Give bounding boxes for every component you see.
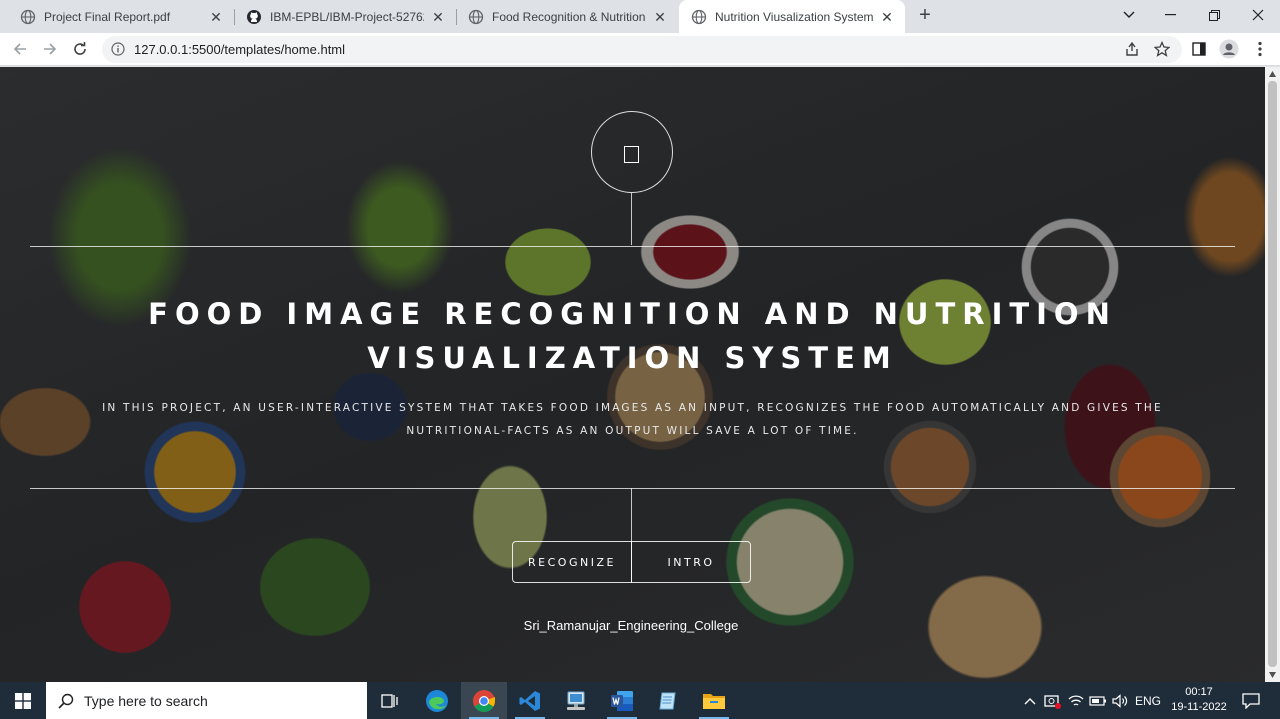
bookmark-button[interactable] (1152, 39, 1172, 59)
minimize-button[interactable] (1148, 0, 1192, 30)
share-button[interactable] (1122, 39, 1142, 59)
avatar-icon (1219, 39, 1239, 59)
logo-square-icon (624, 146, 639, 163)
globe-icon (691, 9, 707, 24)
notepad-app[interactable] (645, 682, 691, 719)
close-icon[interactable]: ✕ (879, 9, 895, 25)
reload-button[interactable] (68, 37, 92, 61)
clock-date: 19-11-2022 (1171, 701, 1227, 713)
notification-icon (1242, 692, 1260, 709)
wifi-icon (1068, 694, 1084, 706)
top-divider (30, 246, 1235, 247)
tab-food-recognition[interactable]: Food Recognition & Nutrition Vis ✕ (456, 0, 678, 33)
word-app[interactable] (599, 682, 645, 719)
battery-icon (1089, 695, 1106, 706)
edge-app[interactable] (414, 682, 460, 719)
vertical-divider (631, 488, 632, 542)
more-vert-icon (1258, 41, 1262, 57)
vertical-scrollbar[interactable] (1265, 67, 1280, 682)
search-icon (58, 693, 74, 709)
windows-taskbar: Type here to search ENG 00:17 19-11-2022 (0, 682, 1280, 719)
minimize-icon (1164, 14, 1176, 16)
forward-button[interactable] (38, 37, 62, 61)
vscode-app[interactable] (507, 682, 553, 719)
file-explorer-icon (703, 693, 725, 709)
network-drive-icon (567, 691, 585, 710)
side-panel-icon (1192, 42, 1206, 56)
scroll-thumb[interactable] (1268, 81, 1277, 667)
start-button[interactable] (0, 682, 46, 719)
restore-icon (1208, 9, 1220, 21)
intro-button[interactable]: INTRO (631, 541, 751, 583)
chrome-icon (473, 689, 495, 712)
arrow-right-icon (44, 43, 57, 55)
chrome-app[interactable] (461, 682, 507, 719)
tab-title: IBM-EPBL/IBM-Project-52762-16 (270, 9, 424, 24)
tab-title: Nutrition Viusalization System (715, 9, 873, 24)
new-tab-button[interactable]: + (914, 5, 936, 27)
scroll-up-icon[interactable] (1268, 70, 1277, 78)
hero-section: FOOD IMAGE RECOGNITION AND NUTRITION VIS… (0, 67, 1265, 682)
input-language[interactable]: ENG (1132, 682, 1164, 719)
chrome-menu-button[interactable] (1250, 39, 1270, 59)
tab-search-button[interactable] (1107, 0, 1151, 30)
page-title: FOOD IMAGE RECOGNITION AND NUTRITION VIS… (148, 297, 1117, 375)
chevron-down-icon (1123, 11, 1135, 18)
tab-project-final-report[interactable]: Project Final Report.pdf ✕ (8, 0, 234, 33)
scroll-down-icon[interactable] (1268, 671, 1277, 679)
tab-title: Project Final Report.pdf (44, 9, 171, 24)
reload-icon (74, 42, 86, 55)
search-placeholder: Type here to search (84, 692, 208, 709)
task-view-button[interactable] (367, 682, 413, 719)
globe-icon (20, 9, 36, 24)
address-bar[interactable]: 127.0.0.1:5500/templates/home.html (102, 36, 1182, 63)
taskbar-search[interactable]: Type here to search (46, 682, 367, 719)
restore-button[interactable] (1192, 0, 1236, 30)
bottom-divider (30, 488, 1235, 489)
camera-alert-icon (1044, 694, 1061, 709)
share-icon (1126, 41, 1138, 56)
college-name: Sri_Ramanujar_Engineering_College (523, 618, 739, 633)
taskbar-clock[interactable]: 00:17 19-11-2022 (1170, 685, 1228, 715)
tab-github-project[interactable]: IBM-EPBL/IBM-Project-52762-16 ✕ (234, 0, 456, 33)
file-explorer-app[interactable] (691, 682, 737, 719)
close-window-button[interactable] (1236, 0, 1280, 30)
arrow-left-icon (13, 43, 26, 55)
tab-nutrition-visualization[interactable]: Nutrition Viusalization System ✕ (679, 0, 905, 33)
github-icon (247, 9, 261, 24)
tab-title: Food Recognition & Nutrition Vis (492, 9, 646, 24)
close-icon[interactable]: ✕ (208, 9, 224, 25)
close-icon[interactable]: ✕ (652, 9, 668, 25)
tab-strip: Project Final Report.pdf ✕ IBM-EPBL/IBM-… (0, 0, 1280, 33)
notifications-button[interactable] (1236, 682, 1266, 719)
close-icon (1252, 9, 1264, 21)
notepad-icon (659, 692, 676, 709)
task-view-icon (381, 693, 398, 708)
page-description: IN THIS PROJECT, AN USER-INTERACTIVE SYS… (102, 402, 1163, 437)
network-drive-app[interactable] (553, 682, 599, 719)
tray-overflow-button[interactable] (1020, 682, 1040, 719)
close-icon[interactable]: ✕ (430, 9, 446, 25)
edge-icon (426, 689, 448, 712)
profile-button[interactable] (1219, 39, 1239, 59)
vscode-icon (519, 690, 540, 711)
clock-time: 00:17 (1185, 686, 1213, 698)
star-icon (1154, 41, 1170, 57)
browser-toolbar: 127.0.0.1:5500/templates/home.html (0, 33, 1280, 66)
wifi-button[interactable] (1066, 682, 1086, 719)
speaker-icon (1112, 693, 1128, 708)
side-panel-button[interactable] (1189, 39, 1209, 59)
url-text[interactable]: 127.0.0.1:5500/templates/home.html (134, 42, 345, 57)
back-button[interactable] (8, 37, 32, 61)
vertical-divider (631, 193, 632, 245)
chevron-up-icon (1024, 697, 1036, 704)
windows-icon (15, 692, 31, 709)
volume-button[interactable] (1110, 682, 1130, 719)
word-icon (611, 690, 633, 711)
recognize-button[interactable]: RECOGNIZE (512, 541, 632, 583)
meet-now-button[interactable] (1042, 682, 1064, 719)
info-icon[interactable] (111, 42, 125, 56)
globe-icon (468, 9, 484, 24)
battery-button[interactable] (1088, 682, 1108, 719)
